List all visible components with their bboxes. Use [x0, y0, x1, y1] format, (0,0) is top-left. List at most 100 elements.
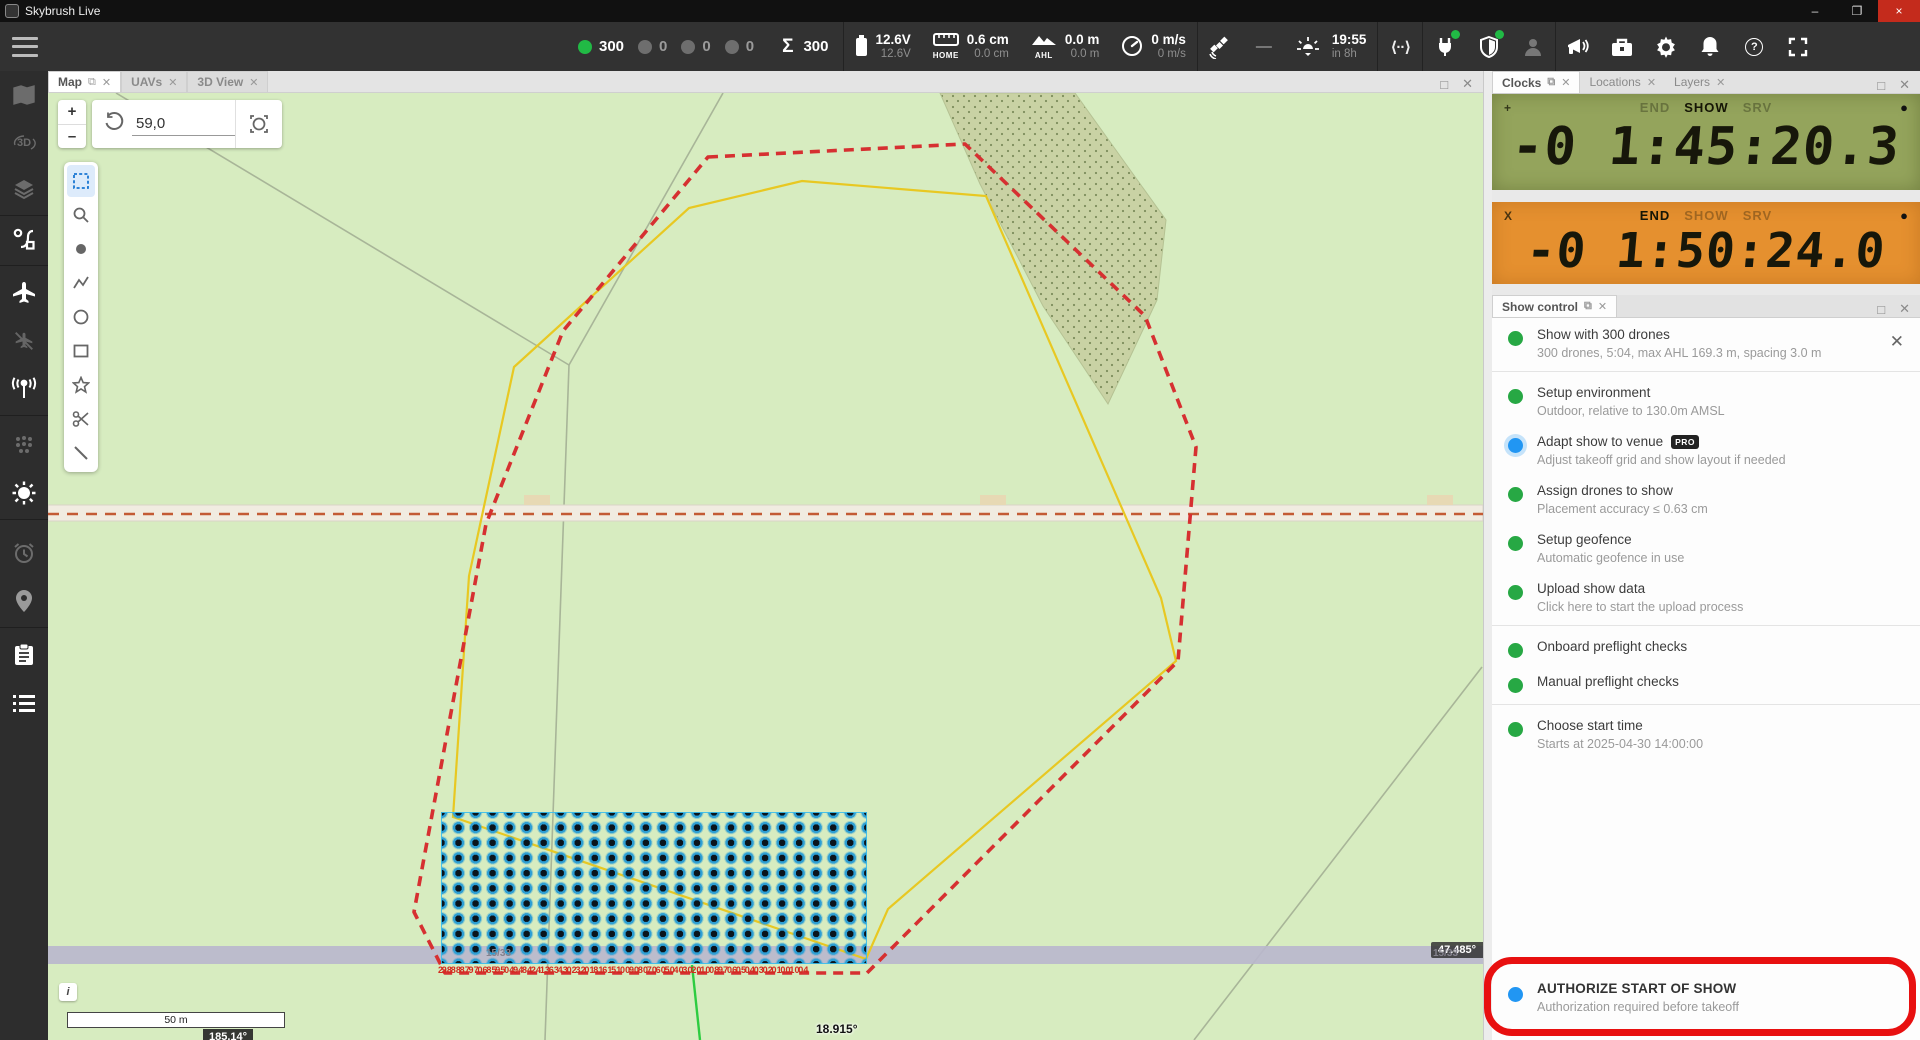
maximize-pane-icon[interactable]: □ [1877, 302, 1885, 317]
battery-icon [855, 35, 868, 57]
sidebar-map-icon[interactable] [0, 73, 48, 117]
connection-plug-icon[interactable] [1423, 22, 1467, 71]
checklist-item[interactable]: Assign drones to show Placement accuracy… [1492, 474, 1920, 523]
point-tool[interactable] [67, 233, 95, 265]
rtk-status[interactable]: — [1256, 38, 1272, 56]
dock-splitter[interactable] [1483, 71, 1492, 1040]
popout-icon[interactable]: ⧉ [88, 76, 96, 89]
maximize-pane-icon[interactable]: □ [1877, 78, 1885, 93]
sidebar-uavs-icon[interactable] [0, 271, 48, 315]
pro-badge: PRO [1671, 435, 1699, 449]
help-icon[interactable]: ? [1732, 22, 1776, 71]
sidebar-swarm-icon[interactable] [0, 423, 48, 467]
sidebar-checklist-icon[interactable] [0, 633, 48, 677]
status-dot [1508, 331, 1523, 346]
clock-adjust-control[interactable]: + [1504, 101, 1544, 115]
popout-icon[interactable]: ⧉ [1584, 300, 1592, 313]
tab-map[interactable]: Map ⧉ ✕ [48, 71, 121, 92]
tab-show-control[interactable]: Show control ⧉ ✕ [1492, 295, 1617, 317]
tab-layers[interactable]: Layers ✕ [1665, 71, 1734, 93]
connection-ok-badge [1451, 30, 1460, 39]
checklist-item[interactable]: Show with 300 drones 300 drones, 5:04, m… [1492, 318, 1920, 367]
sidebar-uav-details-icon[interactable] [0, 319, 48, 363]
close-tab-icon[interactable]: ✕ [1598, 300, 1607, 313]
tab-uavs[interactable]: UAVs ✕ [121, 71, 187, 92]
sidebar-log-list-icon[interactable] [0, 681, 48, 725]
fullscreen-icon[interactable] [1776, 22, 1820, 71]
notifications-bell-icon[interactable] [1688, 22, 1732, 71]
maximize-pane-icon[interactable]: □ [1440, 77, 1448, 92]
status-dot [1508, 389, 1523, 404]
checklist-item[interactable]: Setup geofence Automatic geofence in use [1492, 523, 1920, 572]
close-tab-icon[interactable]: ✕ [1561, 76, 1570, 89]
close-pane-icon[interactable]: ✕ [1462, 76, 1473, 92]
fit-rotation-icon[interactable] [236, 114, 282, 134]
tab-locations[interactable]: Locations ✕ [1580, 71, 1665, 93]
close-tab-icon[interactable]: ✕ [102, 76, 111, 89]
sidebar-alarm-clock-icon[interactable] [0, 531, 48, 575]
code-console-icon[interactable]: ⟨··⟩ [1378, 22, 1422, 71]
minimize-button[interactable]: – [1794, 0, 1836, 22]
circle-tool[interactable] [67, 301, 95, 333]
path-tool[interactable] [67, 267, 95, 299]
tab-3d-view[interactable]: 3D View ✕ [187, 71, 268, 92]
broadcast-megaphone-icon[interactable] [1556, 22, 1600, 71]
rotate-ccw-icon[interactable] [104, 112, 124, 137]
drone-total: Σ 300 [778, 36, 828, 58]
clock-running-indicator: ● [1868, 100, 1908, 115]
safety-ok-badge [1495, 30, 1504, 39]
line-tool[interactable] [67, 437, 95, 469]
clock-adjust-control[interactable]: X [1504, 209, 1544, 223]
checklist-item[interactable]: Manual preflight checks [1492, 665, 1920, 700]
map-info-button[interactable]: i [59, 983, 77, 1001]
dismiss-item-button[interactable]: ✕ [1890, 332, 1904, 352]
zoom-out-button[interactable]: – [58, 125, 86, 149]
star-tool[interactable] [67, 369, 95, 401]
close-tab-icon[interactable]: ✕ [1647, 76, 1656, 89]
checklist-item[interactable]: Upload show data Click here to start the… [1492, 572, 1920, 621]
user-account-icon[interactable] [1511, 22, 1555, 71]
sidebar-3d-view-icon[interactable]: 3D [0, 120, 48, 164]
checklist-item[interactable]: Onboard preflight checks [1492, 630, 1920, 665]
settings-gear-icon[interactable] [1644, 22, 1688, 71]
zoom-in-button[interactable]: + [58, 100, 86, 124]
takeoff-grid[interactable] [441, 812, 867, 964]
close-button[interactable]: × [1878, 0, 1920, 22]
close-tab-icon[interactable]: ✕ [1716, 76, 1725, 89]
close-tab-icon[interactable]: ✕ [168, 76, 177, 89]
sidebar-rtk-antenna-icon[interactable] [0, 367, 48, 411]
end-clock[interactable]: X ENDSHOWSRV ● -0 1:50:24.0 [1492, 202, 1920, 284]
authorize-start-of-show-button[interactable]: AUTHORIZE START OF SHOW Authorization re… [1492, 971, 1920, 1026]
sidebar-show-control-icon[interactable] [0, 217, 48, 261]
tab-clocks[interactable]: Clocks ⧉ ✕ [1492, 71, 1580, 93]
popout-icon[interactable]: ⧉ [1547, 76, 1555, 89]
cut-tool[interactable] [67, 403, 95, 435]
sidebar-locations-icon[interactable] [0, 579, 48, 623]
checklist-item[interactable]: Setup environment Outdoor, relative to 1… [1492, 376, 1920, 425]
sigma-icon: Σ [782, 36, 793, 58]
checklist-item[interactable]: Adapt show to venuePRO Adjust takeoff gr… [1492, 425, 1920, 474]
toolbox-icon[interactable] [1600, 22, 1644, 71]
close-pane-icon[interactable]: ✕ [1899, 301, 1910, 317]
close-tab-icon[interactable]: ✕ [249, 76, 258, 89]
app-icon [5, 4, 19, 18]
checklist-item[interactable]: Choose start time Starts at 2025-04-30 1… [1492, 709, 1920, 758]
menu-icon[interactable] [12, 37, 38, 57]
rectangle-tool[interactable] [67, 335, 95, 367]
select-tool[interactable] [67, 165, 95, 197]
safety-shield-icon[interactable] [1467, 22, 1511, 71]
close-pane-icon[interactable]: ✕ [1899, 77, 1910, 93]
rotation-input[interactable]: 59,0 [132, 113, 235, 136]
maximize-button[interactable]: ❐ [1836, 0, 1878, 22]
sidebar-layers-icon[interactable] [0, 167, 48, 211]
drone-count: 0 [681, 38, 710, 55]
status-dot [725, 40, 739, 54]
map-canvas[interactable]: 29 88 88 79 70 68 59 50 49 48 42 41 36 3… [48, 93, 1483, 1040]
show-clock[interactable]: + ENDSHOWSRV ● -0 1:45:20.3 [1492, 94, 1920, 190]
gps-satellite-icon[interactable] [1198, 22, 1242, 71]
sidebar-light-control-icon[interactable] [0, 471, 48, 515]
skybrush-live-window: Skybrush Live – ❐ × 300 0 0 0 Σ 300 [0, 0, 1920, 1040]
zoom-tool[interactable] [67, 199, 95, 231]
sunset-time: 19:55in 8h [1332, 32, 1367, 61]
takeoff-grid-numbers: 29 88 88 79 70 68 59 50 49 48 42 41 36 3… [438, 965, 872, 977]
